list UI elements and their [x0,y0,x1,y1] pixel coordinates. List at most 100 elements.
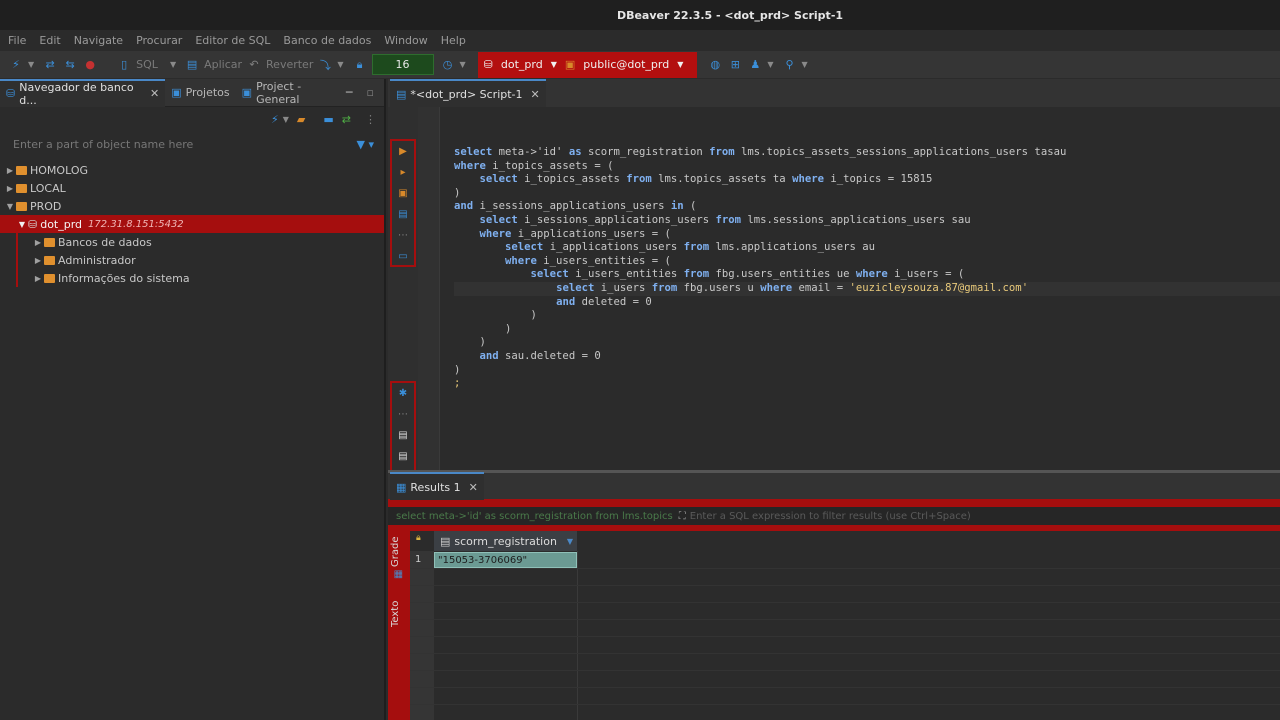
settings-icon[interactable]: ✱ [392,383,414,404]
expand-icon[interactable]: ⛶ [679,511,686,522]
lock-icon: 🔒︎ [416,533,421,543]
history-icon[interactable]: ◷ [440,55,456,75]
minimize-icon[interactable]: ━ [346,86,353,99]
expand-icon[interactable]: ▶ [32,238,44,247]
tree-node-local[interactable]: ▶ LOCAL [0,179,384,197]
globe-icon[interactable]: ◍ [707,55,723,75]
menu-edit[interactable]: Edit [39,34,60,47]
sql-editor-icon[interactable]: ▯ [116,55,132,75]
load-script-icon[interactable]: ▤ [392,446,414,467]
execute-statement-icon[interactable]: ▶ [392,141,414,162]
database-icon: ⛁ [6,87,16,100]
new-connection-icon[interactable]: ⚡ [271,113,279,126]
menu-procurar[interactable]: Procurar [136,34,182,47]
object-filter-input[interactable]: Enter a part of object name here ▼ ▾ [0,131,384,157]
tab-script-1[interactable]: ▤ *<dot_prd> Script-1 ✕ [390,79,546,107]
menu-navigate[interactable]: Navigate [74,34,123,47]
lock-icon[interactable]: 🔒︎ [352,55,368,75]
apply-button[interactable]: Aplicar [204,55,242,75]
datasource-label[interactable]: dot_prd [501,58,543,71]
schema-label[interactable]: public@dot_prd [583,58,669,71]
tree-node-homolog[interactable]: ▶ HOMOLOG [0,161,384,179]
terminal-icon[interactable]: ▭ [392,246,414,267]
chevron-down-icon[interactable]: ▼ [170,60,176,69]
tab-results-1[interactable]: ▦ Results 1 ✕ [390,472,484,500]
chevron-down-icon[interactable]: ▼ [767,60,773,69]
expand-icon[interactable]: ▶ [32,274,44,283]
execute-script-icon[interactable]: ▸ [392,162,414,183]
chevron-down-icon[interactable]: ▼ [460,60,466,69]
tab-database-navigator[interactable]: ⛁ Navegador de banco d... ✕ [0,78,166,107]
tree-node-prod[interactable]: ▼ PROD [0,197,384,215]
chevron-down-icon[interactable]: ▼ [28,60,34,69]
bookmark-icon[interactable]: ⊞ [727,55,743,75]
revert-icon[interactable]: ↶ [246,55,262,75]
collapse-icon[interactable]: ▼ [16,220,28,229]
results-tabs: ▦ Results 1 ✕ [388,472,1280,500]
explain-plan-icon[interactable]: ▤ [392,204,414,225]
left-tabs: ⛁ Navegador de banco d... ✕ ▣ Projetos ▣… [0,78,384,107]
new-script-icon[interactable]: ▤ [392,425,414,446]
text-view-tab[interactable]: Texto [390,601,401,627]
close-icon[interactable]: ✕ [469,481,478,494]
tree-node-dot-prd[interactable]: ▼ ⛁ dot_prd 172.31.8.151:5432 [0,215,384,233]
user-icon[interactable]: ♟ [747,55,763,75]
disconnect-icon[interactable]: ● [82,55,98,75]
close-icon[interactable]: ✕ [150,87,159,100]
tab-project-general[interactable]: ▣ Project - General [236,79,346,107]
expand-icon[interactable]: ▶ [4,184,16,193]
transaction-icon[interactable]: ⤵ [317,55,333,75]
grid-view-tab[interactable]: Grade [390,537,401,568]
sql-editor-area: ▤ *<dot_prd> Script-1 ✕ ▶ ▸ ▣ ▤ ⋯ ▭ ✱ ⋯ … [388,79,1280,493]
menu-file[interactable]: File [8,34,26,47]
tree-node-system-info[interactable]: ▶ Informações do sistema [18,269,384,287]
menu-icon[interactable]: ⋮ [365,113,376,126]
menu-sql-editor[interactable]: Editor de SQL [195,34,270,47]
sql-button[interactable]: SQL [136,55,158,75]
chevron-down-icon[interactable]: ▼ [802,60,808,69]
sort-icon[interactable]: ▼ [567,537,573,546]
reconnect-icon[interactable]: ⇆ [62,55,78,75]
chevron-down-icon[interactable]: ▼ [283,115,289,124]
result-cell[interactable]: "15053-3706069" [434,552,577,568]
more-icon[interactable]: ⋯ [392,404,414,425]
tree-node-administrator[interactable]: ▶ Administrador [18,251,384,269]
results-filter-input[interactable]: Enter a SQL expression to filter results… [690,511,971,522]
close-icon[interactable]: ✕ [531,88,540,101]
menu-help[interactable]: Help [441,34,466,47]
expand-icon[interactable]: ▶ [32,256,44,265]
connect-icon[interactable]: ⇄ [42,55,58,75]
collapse-icon[interactable]: ▼ [4,202,16,211]
menu-window[interactable]: Window [384,34,427,47]
sql-code[interactable]: select meta->'id' as scorm_registration … [454,146,1280,391]
grid-view-icon[interactable]: ▦ [393,570,404,579]
column-header-scorm-registration[interactable]: ▤ scorm_registration ▼ [434,531,577,551]
tab-label: *<dot_prd> Script-1 [410,87,523,101]
connection-host: 172.31.8.151:5432 [88,218,184,230]
search-icon[interactable]: ⚲ [782,55,798,75]
more-icon[interactable]: ⋯ [392,225,414,246]
tree-node-databases[interactable]: ▶ Bancos de dados [18,233,384,251]
maximize-icon[interactable]: ▫ [367,86,374,99]
expand-icon[interactable]: ▶ [4,166,16,175]
tab-projects[interactable]: ▣ Projetos [165,79,235,107]
chevron-down-icon[interactable]: ▼ [337,60,343,69]
new-connection-icon[interactable]: ⚡ [8,55,24,75]
execute-new-tab-icon[interactable]: ▣ [392,183,414,204]
link-icon[interactable]: ⇄ [342,113,351,126]
folder-icon [44,237,55,247]
project-icon: ▣ [171,86,182,99]
result-limit-field[interactable]: 16 [371,54,434,75]
node-label: Bancos de dados [58,235,152,249]
filter-icon[interactable]: ▼ ▾ [357,138,374,151]
row-number[interactable]: 1 [410,551,434,568]
folder-icon[interactable]: ▰ [297,113,305,126]
menu-database[interactable]: Banco de dados [283,34,371,47]
active-datasource-selector[interactable]: ⛁ dot_prd ▼ ▣ public@dot_prd ▼ [477,51,698,78]
commit-mode-icon[interactable]: ▤ [184,55,200,75]
chevron-down-icon[interactable]: ▼ [677,60,683,69]
chevron-down-icon[interactable]: ▼ [551,60,557,69]
revert-button[interactable]: Reverter [266,55,313,75]
node-label: Informações do sistema [58,271,190,285]
collapse-icon[interactable]: ▬ [323,113,333,126]
